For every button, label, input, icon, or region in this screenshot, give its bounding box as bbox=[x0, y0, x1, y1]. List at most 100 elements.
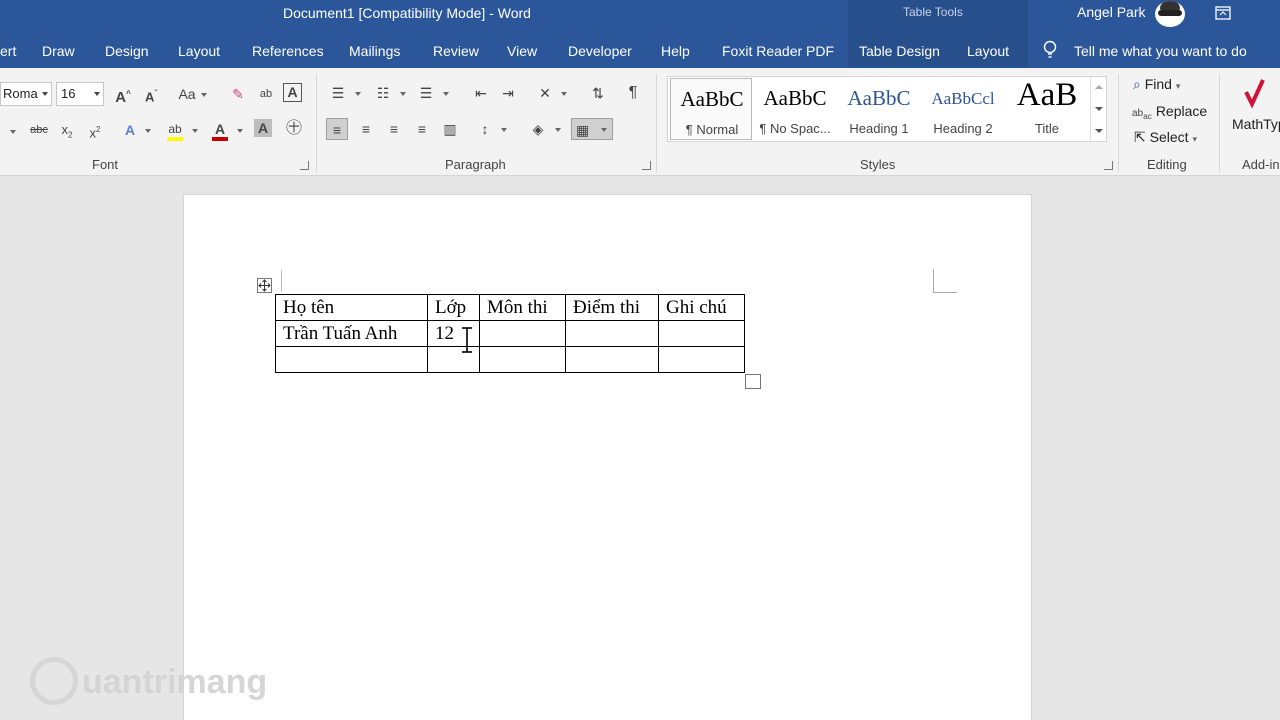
line-spacing-caret[interactable] bbox=[501, 128, 507, 132]
align-left-icon[interactable]: ≡ bbox=[326, 118, 348, 140]
tab-review[interactable]: Review bbox=[433, 43, 479, 59]
asian-layout-icon[interactable]: ✕ bbox=[534, 82, 556, 104]
superscript-icon[interactable]: x2 bbox=[84, 119, 106, 141]
group-separator bbox=[656, 74, 657, 172]
highlight-color-icon[interactable]: ab bbox=[164, 118, 186, 141]
table-cell[interactable] bbox=[658, 320, 745, 347]
bullets-icon[interactable]: ☰ bbox=[327, 82, 349, 104]
borders-caret[interactable] bbox=[601, 128, 607, 132]
align-right-icon[interactable]: ≡ bbox=[383, 118, 405, 140]
mathtype-button[interactable]: MathTyp bbox=[1232, 116, 1280, 132]
shading-icon[interactable]: ◈ bbox=[527, 118, 549, 140]
tab-developer[interactable]: Developer bbox=[568, 43, 632, 59]
ribbon: Roma 16 A^ Aˇ Aa ✎ ab A abc x2 x2 A ab A… bbox=[0, 68, 1280, 176]
sort-icon[interactable]: ⇅ bbox=[587, 82, 609, 104]
enclose-characters-icon[interactable]: ㊉ bbox=[283, 118, 305, 140]
table-header-cell[interactable]: Ghi chú bbox=[658, 294, 745, 321]
numbering-icon[interactable]: ☷ bbox=[372, 82, 394, 104]
numbering-caret[interactable] bbox=[400, 92, 406, 96]
mathtype-icon[interactable] bbox=[1243, 78, 1280, 110]
style-normal[interactable]: AaBbC ¶ Normal bbox=[670, 78, 752, 140]
grow-font-icon[interactable]: A^ bbox=[112, 83, 134, 106]
tab-layout[interactable]: Layout bbox=[178, 43, 220, 59]
ribbon-display-options-icon[interactable] bbox=[1215, 6, 1231, 20]
tab-foxit-reader-pdf[interactable]: Foxit Reader PDF bbox=[722, 43, 834, 59]
shading-caret[interactable] bbox=[555, 128, 561, 132]
decrease-indent-icon[interactable]: ⇤ bbox=[470, 82, 492, 104]
table-cell[interactable] bbox=[479, 346, 566, 373]
tab-help[interactable]: Help bbox=[661, 43, 690, 59]
styles-dialog-launcher[interactable] bbox=[1104, 161, 1113, 170]
text-effects-icon[interactable]: A bbox=[119, 119, 141, 141]
replace-button[interactable]: abac Replace bbox=[1132, 103, 1207, 121]
show-formatting-icon[interactable]: ¶ bbox=[622, 82, 644, 104]
table-header-cell[interactable]: Lớp bbox=[427, 294, 480, 321]
table-cell[interactable] bbox=[565, 346, 659, 373]
clear-formatting-icon[interactable]: ✎ bbox=[227, 83, 249, 105]
font-color-icon[interactable]: A bbox=[209, 118, 231, 141]
table-cell[interactable] bbox=[658, 346, 745, 373]
align-center-icon[interactable]: ≡ bbox=[355, 118, 377, 140]
find-button[interactable]: ⌕ Find ▾ bbox=[1133, 76, 1180, 93]
shrink-font-icon[interactable]: Aˇ bbox=[140, 83, 162, 105]
justify-icon[interactable]: ≡ bbox=[411, 118, 433, 140]
tab-draw[interactable]: Draw bbox=[42, 43, 75, 59]
paragraph-dialog-launcher[interactable] bbox=[642, 161, 651, 170]
table-header-cell[interactable]: Điểm thi bbox=[565, 294, 659, 321]
style-name: Heading 1 bbox=[849, 121, 909, 136]
table-cell[interactable] bbox=[275, 346, 428, 373]
table-row bbox=[275, 346, 745, 373]
tell-me-search[interactable]: Tell me what you want to do bbox=[1074, 43, 1247, 59]
find-label: Find bbox=[1144, 76, 1172, 92]
tab-insert[interactable]: ert bbox=[0, 43, 16, 59]
character-border-icon[interactable]: A bbox=[283, 83, 302, 102]
document-page[interactable]: Họ tên Lớp Môn thi Điểm thi Ghi chú Trần… bbox=[183, 194, 1032, 720]
multilevel-list-caret[interactable] bbox=[443, 92, 449, 96]
highlight-color-caret[interactable] bbox=[192, 129, 198, 133]
find-icon: ⌕ bbox=[1133, 76, 1141, 92]
font-dialog-launcher[interactable] bbox=[300, 161, 309, 170]
tab-design[interactable]: Design bbox=[105, 43, 149, 59]
table-cell[interactable]: Trần Tuấn Anh bbox=[275, 320, 428, 347]
tab-table-layout[interactable]: Layout bbox=[967, 43, 1009, 59]
styles-group-label: Styles bbox=[860, 157, 896, 172]
table-header-cell[interactable]: Họ tên bbox=[275, 294, 428, 321]
style-heading-1[interactable]: AaBbC Heading 1 bbox=[838, 78, 920, 140]
character-shading-icon[interactable]: A bbox=[254, 119, 272, 137]
user-name[interactable]: Angel Park bbox=[1077, 4, 1145, 20]
lightbulb-icon[interactable] bbox=[1042, 40, 1058, 60]
line-spacing-icon[interactable]: ↕ bbox=[474, 118, 496, 140]
text-effects-caret[interactable] bbox=[145, 129, 151, 133]
asian-layout-caret[interactable] bbox=[561, 92, 567, 96]
tab-table-design[interactable]: Table Design bbox=[859, 43, 940, 59]
distributed-icon[interactable]: ▥ bbox=[439, 118, 461, 140]
increase-indent-icon[interactable]: ⇥ bbox=[497, 82, 519, 104]
tab-references[interactable]: References bbox=[252, 43, 324, 59]
table-move-handle-icon[interactable] bbox=[257, 278, 272, 293]
table-cell[interactable] bbox=[565, 320, 659, 347]
multilevel-list-icon[interactable]: ☰ bbox=[415, 82, 437, 104]
select-button[interactable]: ⇱ Select ▾ bbox=[1134, 129, 1197, 146]
table-header-cell[interactable]: Môn thi bbox=[479, 294, 566, 321]
paragraph-group-label: Paragraph bbox=[445, 157, 506, 172]
table-cell[interactable] bbox=[479, 320, 566, 347]
change-case-caret[interactable] bbox=[201, 93, 207, 97]
style-no-spacing[interactable]: AaBbC ¶ No Spac... bbox=[754, 78, 836, 140]
font-size-box[interactable]: 16 bbox=[56, 82, 104, 106]
phonetic-guide-icon[interactable]: ab bbox=[255, 83, 277, 105]
style-heading-2[interactable]: AaBbCcl Heading 2 bbox=[922, 78, 1004, 140]
document-table[interactable]: Họ tên Lớp Môn thi Điểm thi Ghi chú Trần… bbox=[275, 294, 745, 373]
table-resize-handle[interactable] bbox=[745, 374, 761, 389]
tab-view[interactable]: View bbox=[507, 43, 537, 59]
style-title[interactable]: AaB Title bbox=[1006, 77, 1088, 140]
font-name-box[interactable]: Roma bbox=[0, 82, 52, 106]
styles-scroll[interactable] bbox=[1090, 77, 1106, 141]
tab-mailings[interactable]: Mailings bbox=[349, 43, 400, 59]
underline-caret[interactable] bbox=[10, 130, 16, 134]
avatar[interactable] bbox=[1155, 1, 1185, 27]
font-color-caret[interactable] bbox=[237, 129, 243, 133]
bullets-caret[interactable] bbox=[355, 92, 361, 96]
subscript-icon[interactable]: x2 bbox=[56, 119, 78, 141]
strikethrough-icon[interactable]: abc bbox=[28, 119, 50, 141]
change-case-button[interactable]: Aa bbox=[173, 83, 201, 105]
